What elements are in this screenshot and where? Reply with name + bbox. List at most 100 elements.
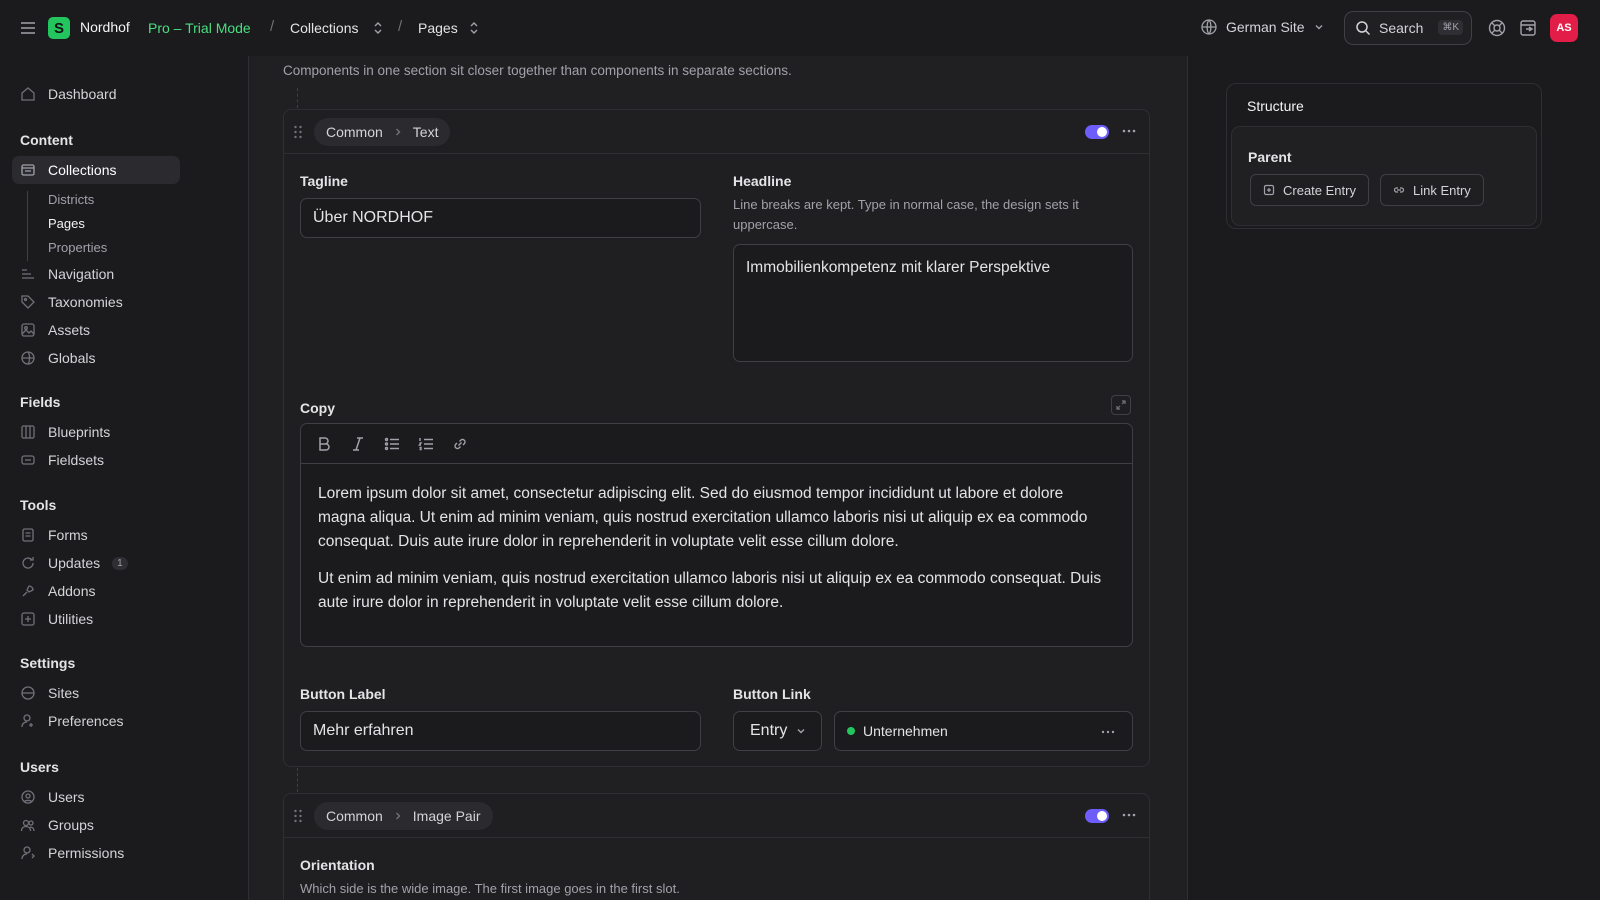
sidebar-item-label: Fieldsets: [48, 452, 105, 468]
search-icon: [1355, 20, 1371, 36]
link-entry-button[interactable]: Link Entry: [1380, 174, 1484, 206]
more-options-icon[interactable]: [1100, 724, 1116, 740]
set-header: Common Text: [284, 110, 1149, 154]
headline-textarea[interactable]: Immobilienkompetenz mit klarer Perspekti…: [733, 244, 1133, 362]
parent-label: Parent: [1248, 149, 1292, 165]
sidebar-item-permissions[interactable]: Permissions: [20, 841, 124, 865]
sidebar-item-label: Addons: [48, 583, 96, 599]
sidebar-item-label: Permissions: [48, 845, 125, 861]
sidebar-item-label: Blueprints: [48, 424, 111, 440]
structure-title: Structure: [1247, 98, 1304, 114]
sidebar-item-fieldsets[interactable]: Fieldsets: [20, 448, 104, 472]
sidebar-section-settings: Settings: [20, 655, 76, 671]
global-search[interactable]: Search ⌘K: [1344, 11, 1472, 45]
drag-handle-icon[interactable]: [292, 808, 304, 824]
link-icon[interactable]: [451, 435, 469, 453]
sidebar-item-label: Globals: [48, 350, 96, 366]
section-instructions: Components in one section sit closer tog…: [283, 63, 792, 78]
sidebar-item-label: Collections: [48, 162, 117, 178]
button-label-input[interactable]: Mehr erfahren: [300, 711, 701, 751]
link-type-select[interactable]: Entry: [733, 711, 822, 751]
structure-panel: Structure Parent Create Entry Link Entry: [1226, 83, 1542, 229]
sidebar-subitem-pages[interactable]: Pages: [48, 216, 85, 231]
trial-mode-label[interactable]: Pro – Trial Mode: [148, 20, 251, 36]
copy-paragraph: Lorem ipsum dolor sit amet, consectetur …: [318, 485, 1088, 550]
sidebar-tree-line: [27, 191, 28, 261]
breadcrumb-collections[interactable]: Collections: [290, 20, 358, 36]
sidebar-item-users[interactable]: Users: [20, 785, 85, 809]
sidebar-item-label: Preferences: [48, 713, 124, 729]
chevron-down-icon: [795, 725, 807, 737]
bold-icon[interactable]: [315, 435, 333, 453]
help-icon[interactable]: [1487, 18, 1507, 38]
sidebar-item-label: Utilities: [48, 611, 94, 627]
set-group-label: Common: [326, 124, 383, 140]
editor-content[interactable]: Lorem ipsum dolor sit amet, consectetur …: [318, 482, 1112, 628]
sidebar-item-preferences[interactable]: Preferences: [20, 709, 123, 733]
section-connector: [297, 768, 298, 792]
app-logo[interactable]: S: [48, 17, 70, 39]
sidebar-item-updates[interactable]: Updates 1: [20, 551, 128, 575]
menu-icon[interactable]: [18, 18, 38, 38]
set-card-text: Common Text Tagline Über NORDHOF Headlin…: [283, 109, 1150, 767]
editor-toolbar: [301, 424, 1132, 464]
sidebar-item-forms[interactable]: Forms: [20, 523, 88, 547]
breadcrumb-separator: /: [398, 18, 403, 35]
drag-handle-icon[interactable]: [292, 124, 304, 140]
set-type-breadcrumb[interactable]: Common Image Pair: [314, 802, 493, 830]
set-enabled-toggle[interactable]: [1085, 809, 1109, 823]
sidebar-item-label: Forms: [48, 527, 88, 543]
sidebar-item-sites[interactable]: Sites: [20, 681, 79, 705]
sidebar-section-tools: Tools: [20, 497, 57, 513]
create-entry-button[interactable]: Create Entry: [1250, 174, 1369, 206]
tagline-input[interactable]: Über NORDHOF: [300, 198, 701, 238]
more-options-icon[interactable]: [1121, 123, 1137, 139]
sidebar-item-taxonomies[interactable]: Taxonomies: [20, 290, 123, 314]
breadcrumb-pages[interactable]: Pages: [418, 20, 458, 36]
sidebar-item-addons[interactable]: Addons: [20, 579, 95, 603]
plus-icon: [1263, 184, 1275, 196]
ordered-list-icon[interactable]: [417, 435, 435, 453]
copy-rich-text-editor[interactable]: Lorem ipsum dolor sit amet, consectetur …: [300, 423, 1133, 647]
headline-label: Headline: [733, 173, 792, 189]
utilities-icon: [20, 611, 36, 627]
set-type-breadcrumb[interactable]: Common Text: [314, 118, 451, 146]
sidebar-item-dashboard[interactable]: Dashboard: [20, 82, 117, 106]
fieldset-icon: [20, 452, 36, 468]
sidebar-item-label: Groups: [48, 817, 94, 833]
headline-help: Line breaks are kept. Type in normal cas…: [733, 197, 1079, 232]
chevron-right-icon: [393, 127, 403, 137]
sidebar-item-utilities[interactable]: Utilities: [20, 607, 93, 631]
chevron-updown-icon[interactable]: [467, 20, 481, 36]
button-link-label: Button Link: [733, 686, 811, 702]
site-name[interactable]: Nordhof: [80, 19, 130, 35]
copy-label: Copy: [300, 400, 335, 416]
sidebar-item-globals[interactable]: Globals: [20, 346, 95, 370]
sidebar-item-navigation[interactable]: Navigation: [20, 262, 114, 286]
linked-entry[interactable]: Unternehmen: [834, 711, 1133, 751]
sidebar-item-blueprints[interactable]: Blueprints: [20, 420, 110, 444]
set-enabled-toggle[interactable]: [1085, 125, 1109, 139]
sidebar-subitem-districts[interactable]: Districts: [48, 192, 94, 207]
chevron-updown-icon[interactable]: [371, 20, 385, 36]
sidebar-item-label: Assets: [48, 322, 91, 338]
button-label-label: Button Label: [300, 686, 386, 702]
expand-editor-icon[interactable]: [1111, 395, 1131, 415]
globe-icon: [1200, 18, 1218, 36]
more-options-icon[interactable]: [1121, 807, 1137, 823]
sidebar-subitem-properties[interactable]: Properties: [48, 240, 107, 255]
chevron-right-icon: [393, 811, 403, 821]
site-selector[interactable]: German Site: [1200, 18, 1325, 36]
italic-icon[interactable]: [349, 435, 367, 453]
sidebar-item-assets[interactable]: Assets: [20, 318, 90, 342]
sidebar-item-collections[interactable]: Collections: [20, 158, 116, 182]
form-icon: [20, 527, 36, 543]
bullet-list-icon[interactable]: [383, 435, 401, 453]
sidebar-item-label: Updates: [48, 555, 101, 571]
user-avatar[interactable]: AS: [1550, 14, 1578, 42]
view-site-icon[interactable]: [1518, 18, 1538, 38]
orientation-label: Orientation: [300, 857, 375, 873]
sidebar-section-fields: Fields: [20, 394, 61, 410]
sidebar-item-label: Users: [48, 789, 85, 805]
sidebar-item-groups[interactable]: Groups: [20, 813, 94, 837]
